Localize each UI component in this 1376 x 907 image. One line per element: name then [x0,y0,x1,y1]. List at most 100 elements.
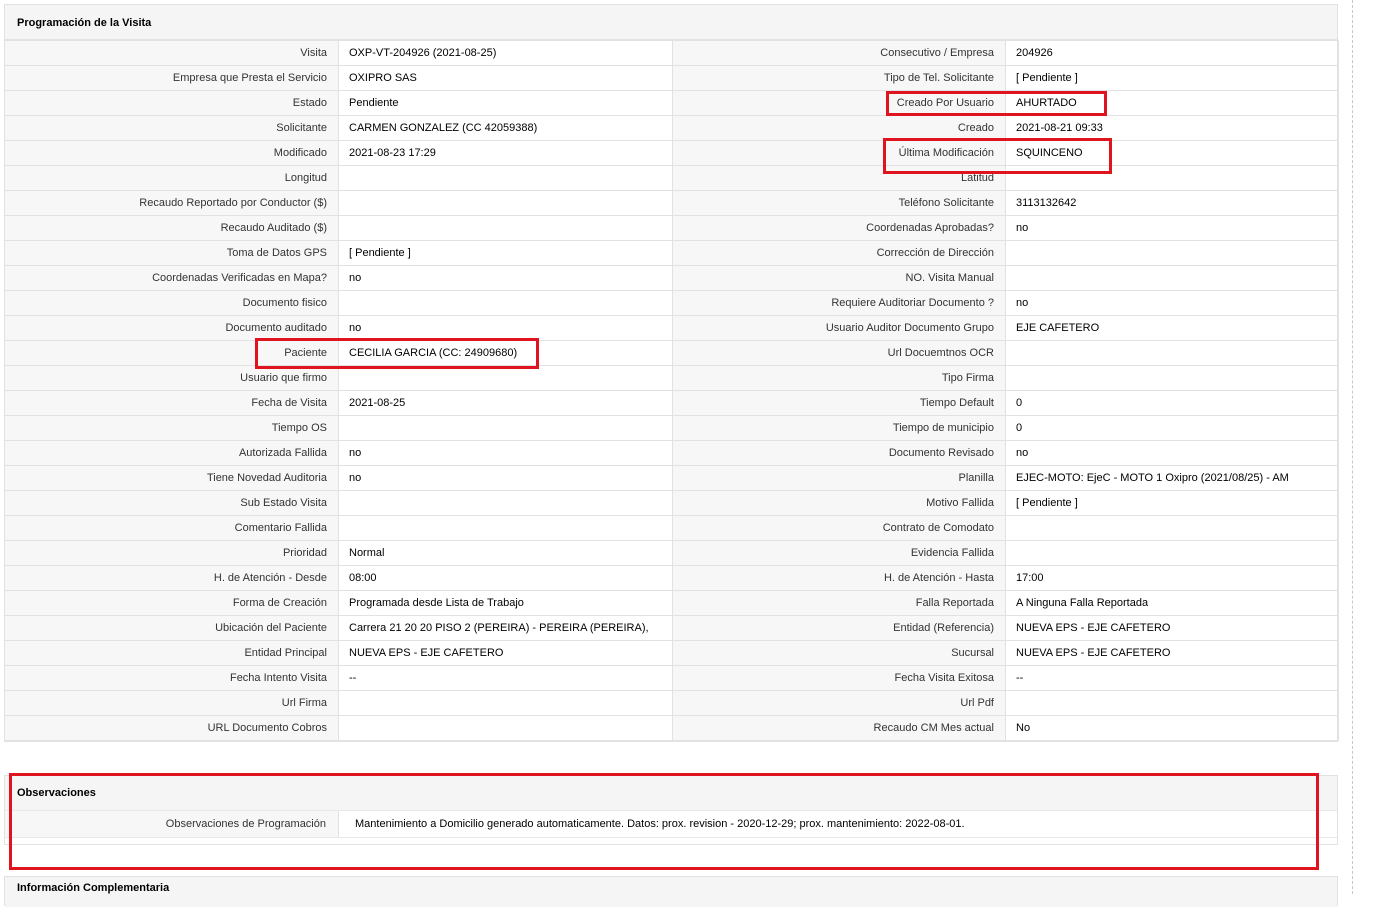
label-documento-auditado: Documento auditado [4,315,339,341]
value-toma-de-datos-gps: [ Pendiente ] [338,240,673,266]
label-estado: Estado [4,90,339,116]
value-prioridad: Normal [338,540,673,566]
table-row: Recaudo Reportado por Conductor ($) Teléf… [4,190,1339,216]
value-paciente: CECILIA GARCIA (CC: 24909680) [338,340,673,366]
value-estado: Pendiente [338,90,673,116]
value-consecutivo-empresa: 204926 [1005,40,1339,66]
label-url-pdf: Url Pdf [672,690,1006,716]
table-row: Visita OXP-VT-204926 (2021-08-25) Consecut… [4,40,1339,66]
label-falla-reportada: Falla Reportada [672,590,1006,616]
table-row: Documento auditado no Usuario Auditor Docu… [4,315,1339,341]
label-longitud: Longitud [4,165,339,191]
value-sub-estado-visita [338,490,673,516]
label-h-de-atencion-hasta: H. de Atención - Hasta [672,565,1006,591]
value-falla-reportada: A Ninguna Falla Reportada [1005,590,1339,616]
value-tiene-novedad-auditoria: no [338,465,673,491]
table-row: Comentario Fallida Contrato de Comodato [4,515,1339,541]
label-contrato-de-comodato: Contrato de Comodato [672,515,1006,541]
programacion-panel: Programación de la Visita Visita OXP-VT-2… [4,4,1339,742]
label-documento-fisico: Documento fisico [4,290,339,316]
label-recaudo-cm-mes-actual: Recaudo CM Mes actual [672,715,1006,741]
value-fecha-visita-exitosa: -- [1005,665,1339,691]
table-row: Documento fisico Requiere Auditoriar Docu… [4,290,1339,316]
value-entidad-referencia: NUEVA EPS - EJE CAFETERO [1005,615,1339,641]
table-row: Url Firma Url Pdf [4,690,1339,716]
value-tiempo-de-municipio: 0 [1005,415,1339,441]
table-row: URL Documento Cobros Recaudo CM Mes actua… [4,715,1339,741]
value-url-pdf [1005,690,1339,716]
value-sucursal: NUEVA EPS - EJE CAFETERO [1005,640,1339,666]
table-row: Recaudo Auditado ($) Coordenadas Aprobada… [4,215,1339,241]
label-url-documento-cobros: URL Documento Cobros [4,715,339,741]
value-contrato-de-comodato [1005,515,1339,541]
observaciones-row: Observaciones de Programación Mantenimie… [5,810,1337,838]
value-coordenadas-verificadas-en-mapa: no [338,265,673,291]
label-url-firma: Url Firma [4,690,339,716]
label-coordenadas-verificadas-en-mapa: Coordenadas Verificadas en Mapa? [4,265,339,291]
value-recaudo-auditado [338,215,673,241]
label-solicitante: Solicitante [4,115,339,141]
label-toma-de-datos-gps: Toma de Datos GPS [4,240,339,266]
table-row: Usuario que firmo Tipo Firma [4,365,1339,391]
table-row: Forma de Creación Programada desde Lista … [4,590,1339,616]
label-tiempo-os: Tiempo OS [4,415,339,441]
label-autorizada-fallida: Autorizada Fallida [4,440,339,466]
value-tipo-firma [1005,365,1339,391]
observaciones-value: Mantenimiento a Domicilio generado autom… [355,818,965,830]
programacion-title: Programación de la Visita [17,17,152,29]
value-latitud [1005,165,1339,191]
label-entidad-referencia: Entidad (Referencia) [672,615,1006,641]
value-h-de-atencion-desde: 08:00 [338,565,673,591]
value-forma-de-creacion: Programada desde Lista de Trabajo [338,590,673,616]
label-latitud: Latitud [672,165,1006,191]
label-usuario-auditor-documento-grupo: Usuario Auditor Documento Grupo [672,315,1006,341]
table-row: Fecha Intento Visita -- Fecha Visita Exito… [4,665,1339,691]
table-row: Modificado 2021-08-23 17:29 Última Modific… [4,140,1339,166]
value-tiempo-os [338,415,673,441]
value-creado-por-usuario: AHURTADO [1005,90,1339,116]
label-correccion-de-direccion: Corrección de Dirección [672,240,1006,266]
table-row: Ubicación del Paciente Carrera 21 20 20 P… [4,615,1339,641]
value-usuario-auditor-documento-grupo: EJE CAFETERO [1005,315,1339,341]
label-documento-revisado: Documento Revisado [672,440,1006,466]
value-planilla: EJEC-MOTO: EjeC - MOTO 1 Oxipro (2021/08… [1005,465,1339,491]
label-paciente: Paciente [4,340,339,366]
value-url-docuemtnos-ocr [1005,340,1339,366]
value-recaudo-cm-mes-actual: No [1005,715,1339,741]
label-visita: Visita [4,40,339,66]
label-tipo-de-tel-solicitante: Tipo de Tel. Solicitante [672,65,1006,91]
label-entidad-principal: Entidad Principal [4,640,339,666]
table-row: Empresa que Presta el Servicio OXIPRO SAS… [4,65,1339,91]
label-h-de-atencion-desde: H. de Atención - Desde [4,565,339,591]
label-tiempo-de-municipio: Tiempo de municipio [672,415,1006,441]
value-longitud [338,165,673,191]
table-row: Solicitante CARMEN GONZALEZ (CC 42059388)… [4,115,1339,141]
label-fecha-visita-exitosa: Fecha Visita Exitosa [672,665,1006,691]
label-forma-de-creacion: Forma de Creación [4,590,339,616]
complementaria-panel: Información Complementaria [4,876,1338,907]
value-fecha-intento-visita: -- [338,665,673,691]
table-row: Fecha de Visita 2021-08-25 Tiempo Default 0 [4,390,1339,416]
visit-details-table: Visita OXP-VT-204926 (2021-08-25) Consecut… [4,40,1339,741]
table-row: Tiene Novedad Auditoria no Planilla EJEC-MO… [4,465,1339,491]
label-ubicacion-del-paciente: Ubicación del Paciente [4,615,339,641]
table-row: Longitud Latitud [4,165,1339,191]
observaciones-panel: Observaciones Observaciones de Programac… [4,775,1338,845]
label-ultima-modificacion: Última Modificación [672,140,1006,166]
value-usuario-que-firmo [338,365,673,391]
value-requiere-auditoriar-documento: no [1005,290,1339,316]
label-requiere-auditoriar-documento: Requiere Auditoriar Documento ? [672,290,1006,316]
value-h-de-atencion-hasta: 17:00 [1005,565,1339,591]
label-sucursal: Sucursal [672,640,1006,666]
table-row: Prioridad Normal Evidencia Fallida [4,540,1339,566]
value-autorizada-fallida: no [338,440,673,466]
table-row: Paciente CECILIA GARCIA (CC: 24909680) Url… [4,340,1339,366]
label-tipo-firma: Tipo Firma [672,365,1006,391]
complementaria-header: Información Complementaria [5,877,1337,907]
value-telefono-solicitante: 3113132642 [1005,190,1339,216]
label-planilla: Planilla [672,465,1006,491]
table-row: Sub Estado Visita Motivo Fallida[ Pendien… [4,490,1339,516]
value-visita: OXP-VT-204926 (2021-08-25) [338,40,673,66]
label-empresa-que-presta-el-servicio: Empresa que Presta el Servicio [4,65,339,91]
table-row: Estado Pendiente Creado Por Usuario AHURTAD… [4,90,1339,116]
